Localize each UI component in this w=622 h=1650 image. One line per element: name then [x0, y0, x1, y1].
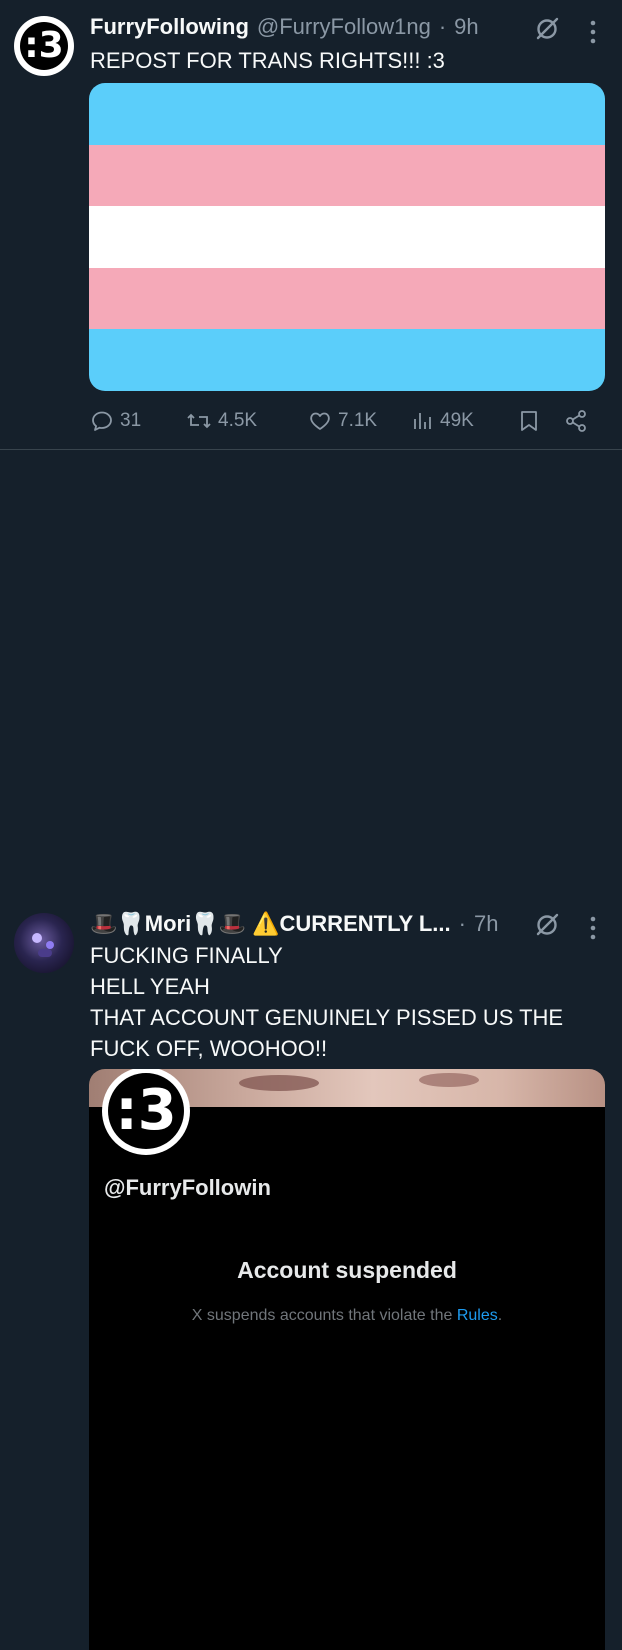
avatar-detail	[32, 933, 42, 943]
suspended-description: X suspends accounts that violate the Rul…	[89, 1307, 605, 1325]
separator-dot: ·	[438, 14, 447, 39]
author-handle[interactable]: @FurryFollow1ng	[257, 14, 431, 40]
flag-stripe-blue	[89, 329, 605, 391]
more-vertical-icon[interactable]	[588, 19, 598, 45]
flag-stripe-pink	[89, 267, 605, 330]
repost-icon	[187, 413, 211, 429]
timestamp[interactable]: 9h	[454, 14, 478, 40]
trans-flag-image[interactable]	[89, 83, 605, 391]
suspended-description-text: X suspends accounts that violate the	[191, 1307, 457, 1324]
like-count: 7.1K	[338, 410, 378, 431]
grok-icon[interactable]	[534, 912, 560, 938]
flag-stripe-blue	[89, 83, 605, 145]
like-button[interactable]: 7.1K	[308, 404, 377, 438]
avatar-detail	[38, 949, 52, 957]
suspended-avatar: :3	[102, 1069, 190, 1155]
share-icon	[566, 410, 586, 432]
heart-icon	[310, 412, 330, 430]
author-name[interactable]: FurryFollowing	[90, 14, 249, 40]
author-name[interactable]: 🎩🦷Mori🦷🎩 ⚠️CURRENTLY L...	[90, 911, 451, 937]
tweet-text: REPOST FOR TRANS RIGHTS!!! :3	[90, 48, 445, 73]
avatar[interactable]	[14, 913, 74, 973]
avatar-face: :3	[20, 22, 68, 70]
separator-dot: ·	[458, 911, 466, 936]
grok-icon[interactable]	[534, 16, 560, 42]
tweet-actions: 31 4.5K 7.1K 49K	[90, 404, 600, 438]
bookmark-button[interactable]	[518, 404, 540, 438]
tweet-header: 🎩🦷Mori🦷🎩 ⚠️CURRENTLY L... · 7h	[90, 911, 498, 937]
reply-icon	[92, 411, 112, 431]
views-button[interactable]: 49K	[410, 404, 474, 438]
repost-button[interactable]: 4.5K	[186, 404, 257, 438]
reply-button[interactable]: 31	[90, 404, 141, 438]
views-icon	[414, 413, 431, 429]
repost-count: 4.5K	[218, 410, 258, 431]
flag-stripe-white	[89, 206, 605, 268]
suspended-avatar-face: :3	[108, 1073, 184, 1149]
banner-detail	[419, 1073, 479, 1087]
tweet-text: FUCKING FINALLY HELL YEAH THAT ACCOUNT G…	[90, 943, 564, 1061]
suspended-description-end: .	[497, 1307, 503, 1324]
more-vertical-icon[interactable]	[588, 915, 598, 941]
avatar[interactable]: :3	[14, 16, 74, 76]
flag-stripe-pink	[89, 144, 605, 207]
suspended-title: Account suspended	[237, 1257, 457, 1283]
rules-link: Rules	[456, 1307, 498, 1324]
views-count: 49K	[440, 410, 474, 431]
share-button[interactable]	[564, 404, 588, 438]
tweet[interactable]: 🎩🦷Mori🦷🎩 ⚠️CURRENTLY L... · 7h FUCKING F…	[0, 450, 622, 1650]
tweet-header: FurryFollowing @FurryFollow1ng · 9h	[90, 14, 479, 40]
bookmark-icon	[521, 411, 537, 431]
suspended-account-screenshot[interactable]: :3 @FurryFollowin Account suspended X su…	[89, 1069, 605, 1650]
tweet[interactable]: :3 FurryFollowing @FurryFollow1ng · 9h R…	[0, 0, 622, 450]
avatar-detail	[46, 941, 54, 949]
reply-count: 31	[120, 410, 142, 431]
suspended-handle: @FurryFollowin	[104, 1175, 271, 1200]
timestamp[interactable]: 7h	[474, 911, 498, 937]
banner-detail	[239, 1075, 319, 1091]
